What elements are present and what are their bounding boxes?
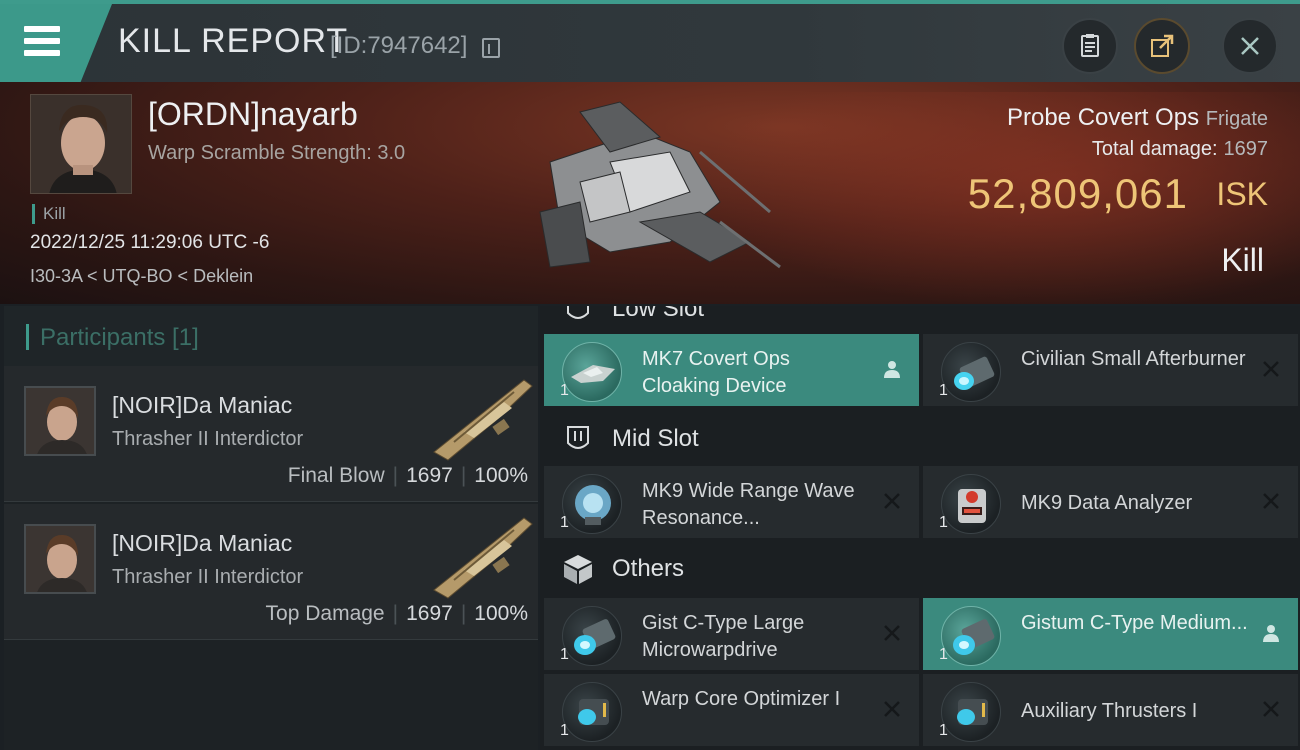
- microwarpdrive-icon: [562, 606, 622, 666]
- victim-ship-image: [539, 101, 781, 269]
- module-quantity: 1: [560, 722, 569, 739]
- destroyed-icon: [1263, 361, 1279, 377]
- data-analyzer-icon: [941, 474, 1001, 534]
- menu-button[interactable]: [0, 4, 112, 82]
- module-data-analyzer[interactable]: 1 MK9 Data Analyzer: [923, 466, 1298, 538]
- victim-ship[interactable]: Probe Covert Ops Frigate: [1007, 104, 1268, 132]
- destroyed-icon: [1263, 701, 1279, 717]
- participant-avatar[interactable]: [24, 524, 96, 594]
- total-damage: Total damage: 1697: [1092, 138, 1268, 161]
- module-name: Gist C-Type Large Microwarpdrive: [642, 612, 805, 661]
- cube-icon: [564, 555, 592, 584]
- module-quantity: 1: [939, 382, 948, 399]
- participant-percent: 100%: [474, 602, 528, 625]
- mid-slot-title: Mid Slot: [612, 425, 699, 452]
- module-afterburner[interactable]: 1 Civilian Small Afterburner: [923, 334, 1298, 406]
- destroyed-icon: [1263, 493, 1279, 509]
- participant-avatar[interactable]: [24, 386, 96, 456]
- module-name: MK7 Covert Ops Cloaking Device: [642, 348, 790, 397]
- thruster-icon: [941, 682, 1001, 742]
- victim-ship-name: Probe Covert Ops: [1006, 104, 1200, 131]
- module-cloaking-device[interactable]: 1 MK7 Covert Ops Cloaking Device: [544, 334, 919, 406]
- participant-role: Top Damage: [265, 602, 385, 625]
- participant-ship: Thrasher II Interdictor: [112, 566, 304, 588]
- afterburner-icon: [941, 342, 1001, 402]
- module-warp-core-optimizer[interactable]: 1 Warp Core Optimizer I: [544, 674, 919, 746]
- module-wave-resonance[interactable]: 1 MK9 Wide Range Wave Resonance...: [544, 466, 919, 538]
- module-microwarpdrive-medium[interactable]: 1 Gistum C-Type Medium...: [923, 598, 1298, 670]
- top-bar: KILL REPORT [ID:7947642]: [0, 0, 1300, 82]
- module-name: MK9 Wide Range Wave Resonance...: [642, 480, 855, 529]
- victim-pilot-name[interactable]: [ORDN]nayarb: [148, 96, 358, 133]
- report-id: [ID:7947642]: [330, 32, 468, 59]
- isk-unit: ISK: [1216, 176, 1268, 212]
- victim-portrait[interactable]: [30, 94, 132, 194]
- isk-value: 52,809,061: [967, 170, 1188, 217]
- low-slot-title: Low Slot: [612, 306, 705, 322]
- low-slot-icon: [567, 306, 589, 319]
- kill-result: Kill: [1221, 242, 1264, 278]
- others-header: Others: [540, 540, 1300, 598]
- copy-icon[interactable]: [482, 38, 500, 58]
- person-icon: [884, 361, 900, 378]
- participant-name: [NOIR]Da Maniac: [112, 530, 293, 556]
- page-title: KILL REPORT: [118, 22, 349, 60]
- module-name: Civilian Small Afterburner: [1021, 348, 1246, 370]
- total-damage-value: 1697: [1223, 138, 1269, 160]
- kill-datetime: 2022/12/25 11:29:06 UTC -6: [30, 232, 270, 253]
- hamburger-icon: [24, 26, 60, 56]
- module-quantity: 1: [939, 514, 948, 531]
- mid-slot-icon: [567, 426, 589, 449]
- module-auxiliary-thrusters[interactable]: 1 Auxiliary Thrusters I: [923, 674, 1298, 746]
- victim-banner: [ORDN]nayarb Warp Scramble Strength: 3.0…: [0, 82, 1300, 304]
- others-title: Others: [612, 555, 685, 582]
- cloak-icon: [562, 342, 622, 402]
- participant-ship-image: [433, 517, 533, 599]
- participants-header: Participants [1]: [4, 306, 538, 366]
- participant-row[interactable]: [NOIR]Da Maniac Thrasher II Interdictor …: [4, 504, 538, 640]
- warp-core-icon: [562, 682, 622, 742]
- kill-tag: Kill: [32, 204, 66, 224]
- module-quantity: 1: [560, 514, 569, 531]
- clipboard-icon: [1081, 34, 1099, 57]
- module-name: Auxiliary Thrusters I: [1021, 700, 1198, 722]
- module-quantity: 1: [939, 646, 948, 663]
- participant-percent: 100%: [474, 464, 528, 487]
- microwarpdrive-icon: [941, 606, 1001, 666]
- module-quantity: 1: [560, 382, 569, 399]
- participants-title: Participants [1]: [40, 324, 199, 351]
- participant-stats: Top Damage | 1697 | 100%: [265, 602, 528, 625]
- scanner-icon: [562, 474, 622, 534]
- destroyed-icon: [884, 493, 900, 509]
- module-name: Warp Core Optimizer I: [642, 688, 841, 710]
- participants-panel: Participants [1] [NOIR]Da Maniac Thrashe…: [4, 306, 538, 750]
- participant-ship-image: [433, 379, 533, 461]
- module-microwarpdrive-large[interactable]: 1 Gist C-Type Large Microwarpdrive: [544, 598, 919, 670]
- destroyed-icon: [884, 625, 900, 641]
- module-quantity: 1: [939, 722, 948, 739]
- participant-row[interactable]: [NOIR]Da Maniac Thrasher II Interdictor …: [4, 366, 538, 502]
- participant-name: [NOIR]Da Maniac: [112, 392, 293, 418]
- fitting-panel: Low Slot 1 MK7 Covert Ops Cloaking Devic…: [540, 306, 1300, 750]
- participant-damage: 1697: [406, 602, 453, 625]
- module-name: Gistum C-Type Medium...: [1021, 612, 1248, 634]
- module-quantity: 1: [560, 646, 569, 663]
- close-icon: [1241, 37, 1259, 55]
- report-button[interactable]: [1062, 18, 1118, 74]
- victim-ship-class: Frigate: [1205, 108, 1268, 130]
- participant-stats: Final Blow | 1697 | 100%: [287, 464, 528, 487]
- person-icon: [1263, 625, 1279, 642]
- kill-location[interactable]: I30-3A < UTQ-BO < Deklein: [30, 266, 253, 287]
- destroyed-icon: [884, 701, 900, 717]
- warp-scramble-strength: Warp Scramble Strength: 3.0: [148, 142, 406, 164]
- mid-slot-header: Mid Slot: [540, 410, 1300, 468]
- module-name: MK9 Data Analyzer: [1021, 492, 1193, 514]
- participant-damage: 1697: [406, 464, 453, 487]
- close-button[interactable]: [1222, 18, 1278, 74]
- participant-ship: Thrasher II Interdictor: [112, 428, 304, 450]
- share-button[interactable]: [1134, 18, 1190, 74]
- participant-role: Final Blow: [287, 464, 385, 487]
- total-damage-label: Total damage:: [1091, 138, 1218, 160]
- share-icon: [1151, 34, 1174, 57]
